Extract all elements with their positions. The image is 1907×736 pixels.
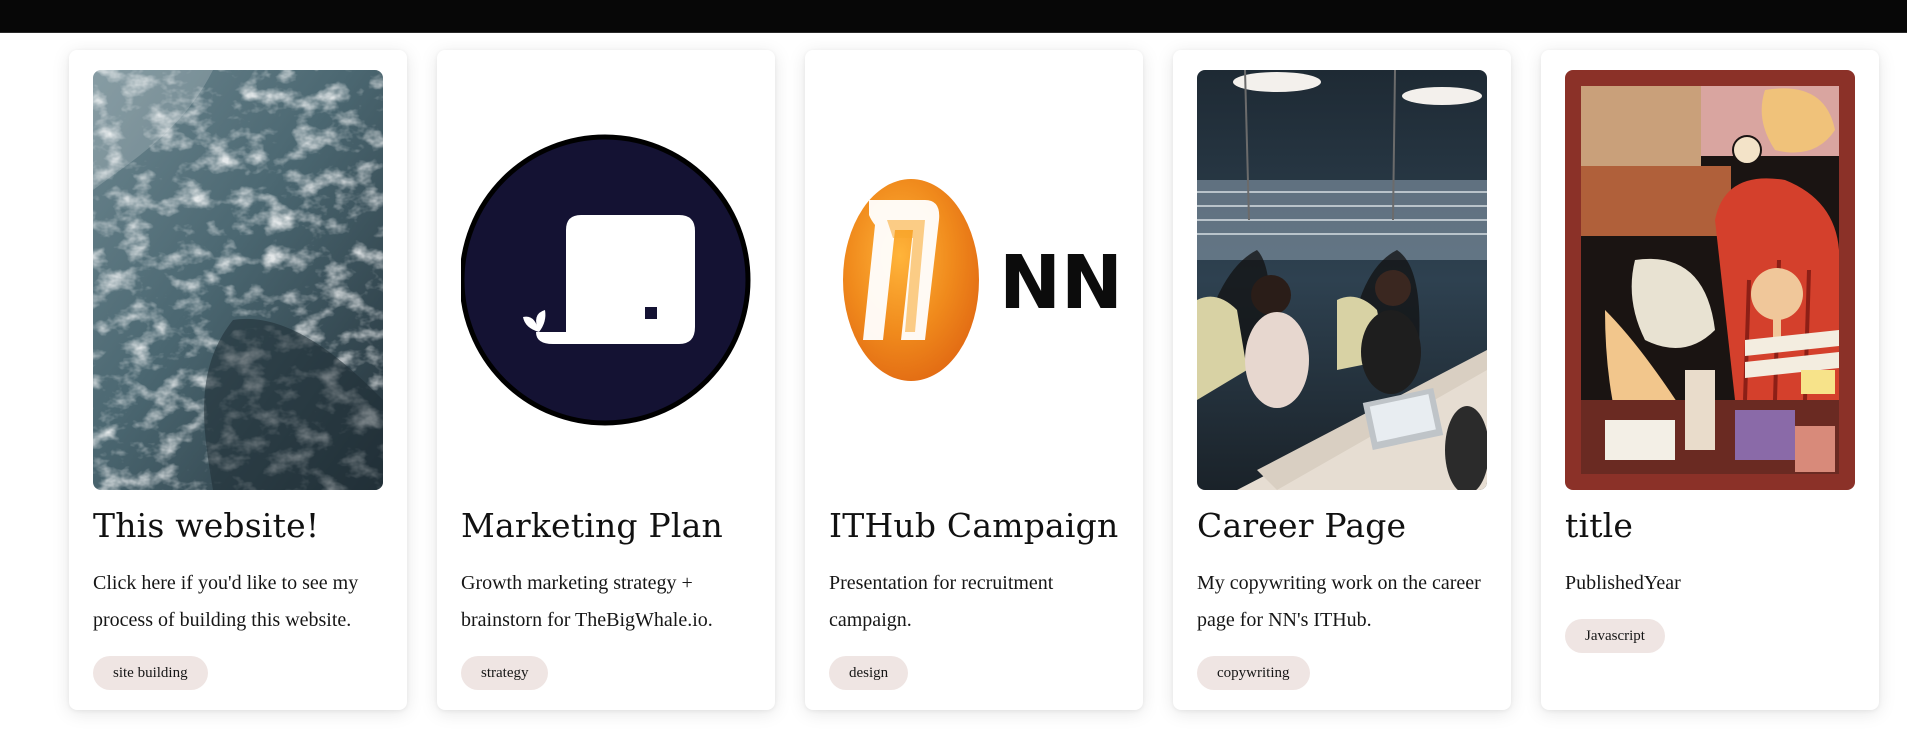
project-card-marketing-plan[interactable]: Marketing Plan Growth marketing strategy… [437,50,775,710]
card-description: My copywriting work on the career page f… [1197,572,1481,631]
nn-logo-text: NN [999,240,1119,326]
card-description: Click here if you'd like to see my proce… [93,572,359,631]
office-meeting-image [1197,70,1487,490]
tag-copywriting[interactable]: copywriting [1197,656,1310,690]
project-card-this-website[interactable]: This website! Click here if you'd like t… [69,50,407,710]
card-description: Growth marketing strategy + brainstorn f… [461,572,713,631]
project-card-title[interactable]: title PublishedYear Javascript [1541,50,1879,710]
card-title: Marketing Plan [461,506,723,545]
tag-design[interactable]: design [829,656,909,690]
tag-javascript[interactable]: Javascript [1565,619,1665,653]
card-title: title [1565,506,1634,545]
tag-site-building[interactable]: site building [93,656,208,690]
tag-strategy[interactable]: strategy [461,656,549,690]
card-title: Career Page [1197,506,1407,545]
card-title: This website! [93,506,320,545]
card-title: ITHub Campaign [829,506,1119,545]
collage-illustration-image [1565,70,1855,490]
top-bar [0,0,1907,33]
nn-logo-image: NN [829,70,1119,490]
card-description: Presentation for recruitment campaign. [829,572,1054,631]
project-card-ithub-campaign[interactable]: NN ITHub Campaign Presentation for recru… [805,50,1143,710]
ocean-waves-image [93,70,383,490]
projects-row: This website! Click here if you'd like t… [69,50,1907,710]
project-card-career-page[interactable]: Career Page My copywriting work on the c… [1173,50,1511,710]
thebigwhale-logo-image [461,70,751,490]
card-description: PublishedYear [1565,572,1681,594]
